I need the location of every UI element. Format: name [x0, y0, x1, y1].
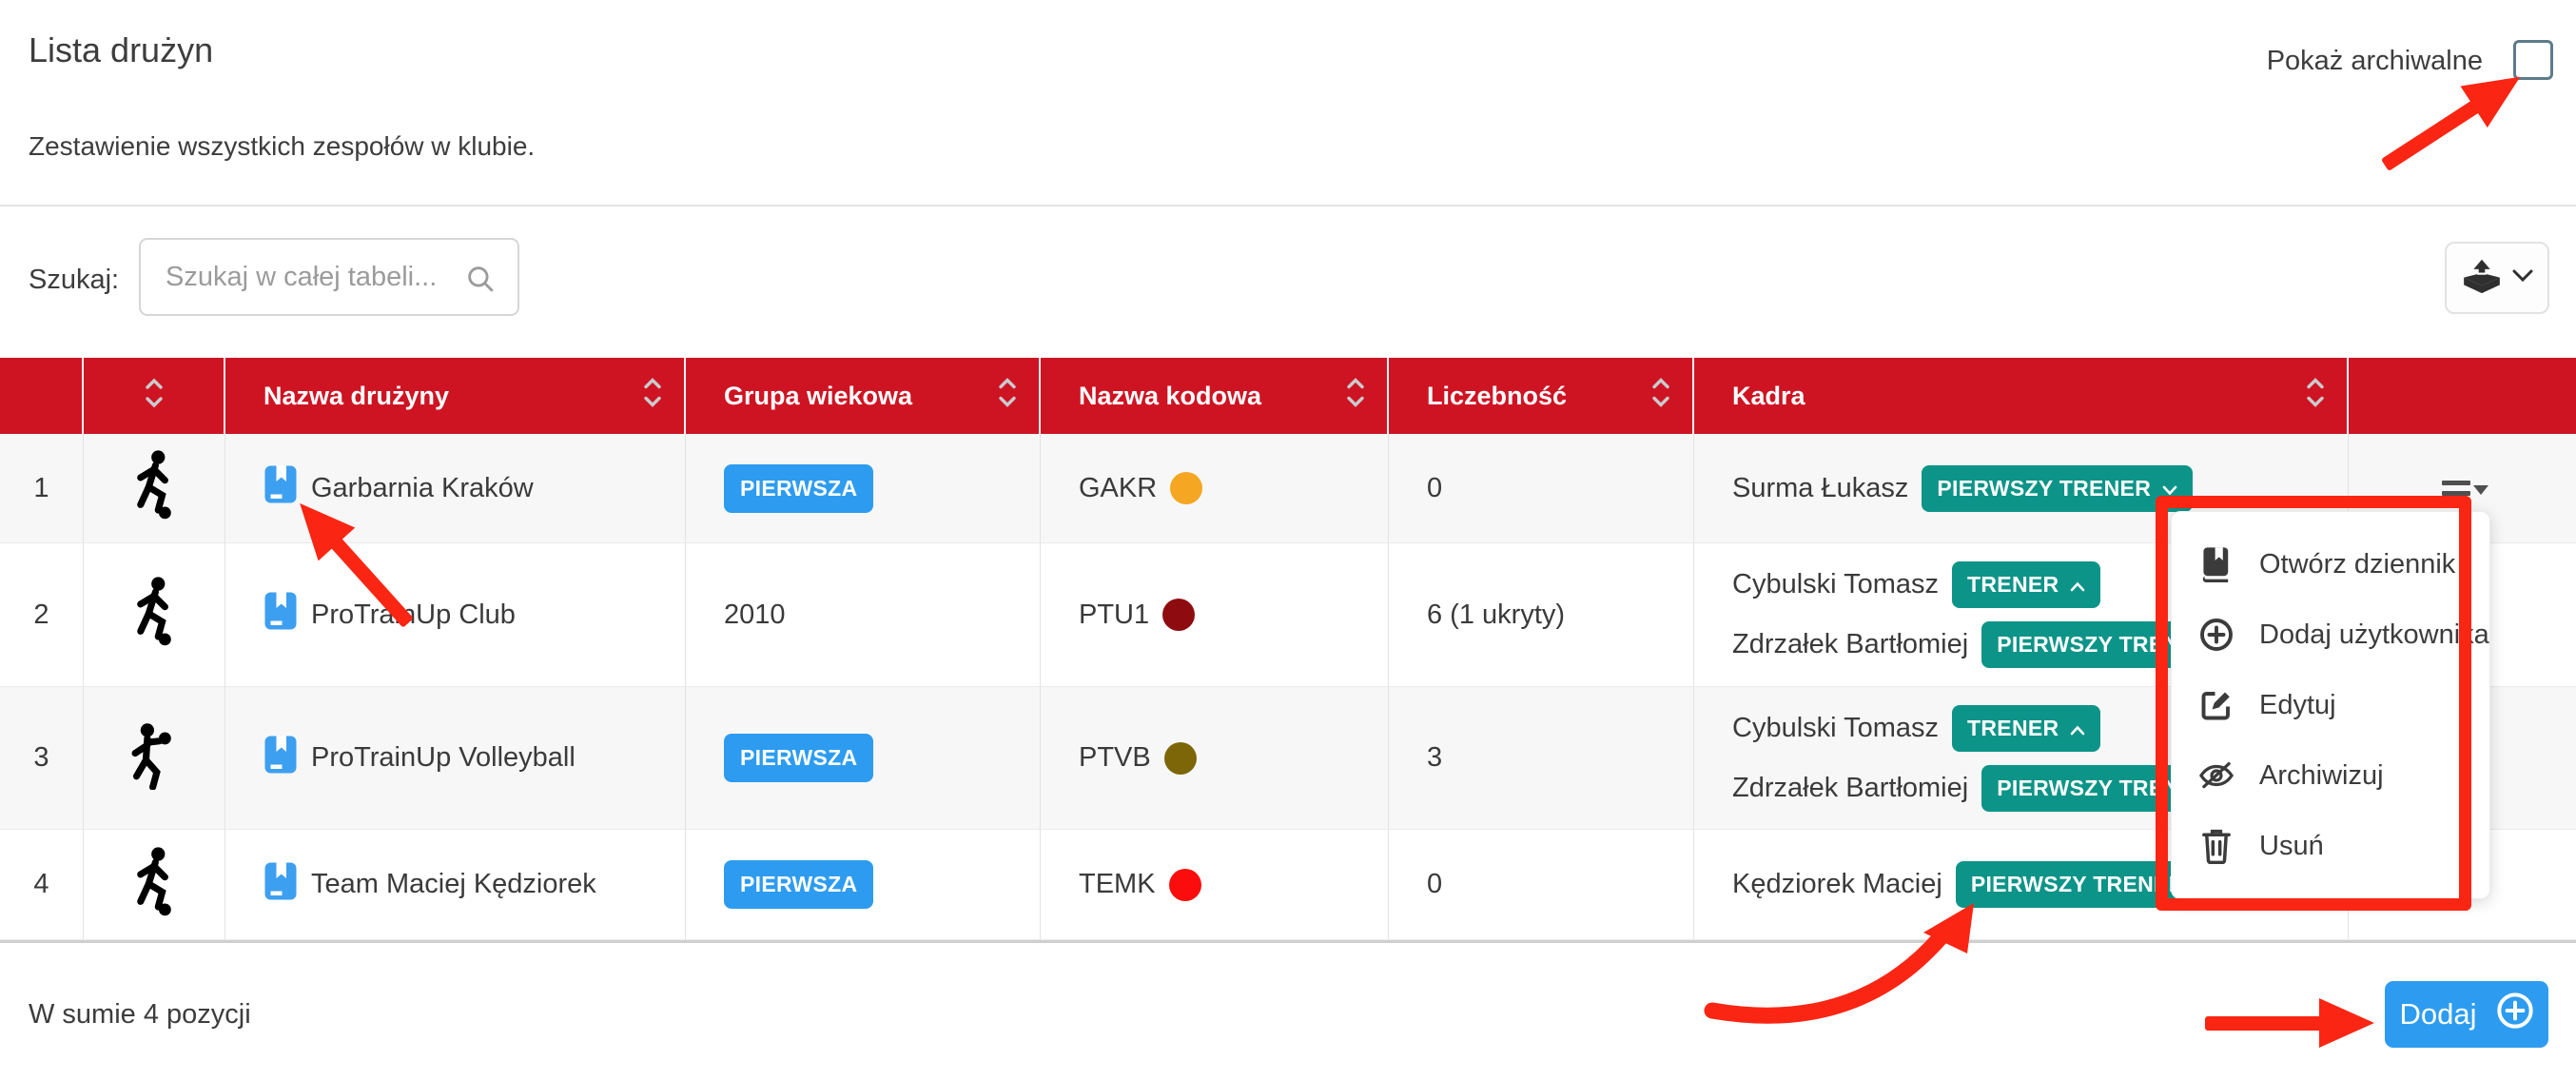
sort-icon: [144, 377, 165, 416]
count-cell: 3: [1389, 687, 1694, 830]
row-index: 2: [0, 543, 84, 687]
team-name-cell: ProTrainUp Club: [225, 543, 686, 687]
column-header-team-name[interactable]: Nazwa drużyny: [225, 358, 686, 434]
team-link[interactable]: Garbarnia Kraków: [263, 464, 534, 512]
search-label: Szukaj:: [29, 265, 119, 296]
age-group-cell: PIERWSZA: [686, 687, 1041, 830]
code-cell: PTVB: [1041, 687, 1389, 830]
sort-icon: [2305, 377, 2326, 416]
age-group-cell: PIERWSZA: [686, 830, 1041, 940]
show-archived-checkbox[interactable]: [2513, 40, 2553, 80]
journal-book-icon: [263, 591, 298, 639]
menu-item-delete[interactable]: Usuń: [2172, 811, 2489, 881]
column-header-empty: [0, 358, 84, 434]
team-name-cell: ProTrainUp Volleyball: [225, 687, 686, 830]
menu-item-edit[interactable]: Edytuj: [2172, 670, 2489, 740]
count-cell: 0: [1389, 434, 1694, 543]
menu-item-add-user[interactable]: Dodaj użytkownika: [2172, 599, 2489, 670]
sort-icon: [1650, 377, 1671, 416]
circle-plus-icon: [2198, 618, 2234, 652]
circle-plus-icon: [2496, 992, 2534, 1037]
team-name-cell: Garbarnia Kraków: [225, 434, 686, 543]
menu-item-archive[interactable]: Archiwizuj: [2172, 740, 2489, 811]
row-index: 1: [0, 434, 84, 543]
sport-cell: [84, 687, 225, 830]
search-icon: [464, 263, 497, 300]
export-icon: [2461, 258, 2503, 299]
football-player-icon: [127, 449, 182, 527]
row-actions-menu-icon[interactable]: [2442, 481, 2488, 496]
column-header-count[interactable]: Liczebność: [1389, 358, 1694, 434]
team-link[interactable]: Team Maciej Kędziorek: [263, 861, 596, 909]
trash-icon: [2198, 828, 2234, 864]
search-input[interactable]: [166, 240, 460, 314]
column-header-code-name[interactable]: Nazwa kodowa: [1041, 358, 1389, 434]
sort-icon: [1345, 377, 1366, 416]
page-subtitle: Zestawienie wszystkich zespołów w klubie…: [29, 131, 535, 162]
journal-book-icon: [2198, 546, 2234, 582]
count-cell: 6 (1 ukryty): [1389, 543, 1694, 687]
menu-item-open-journal[interactable]: Otwórz dziennik: [2172, 529, 2489, 599]
chevron-down-icon: [2512, 269, 2533, 287]
row-actions-context-menu: Otwórz dziennik Dodaj użytkownika Edytuj…: [2171, 511, 2490, 899]
team-color-dot: [1169, 869, 1201, 901]
export-button[interactable]: [2445, 242, 2549, 314]
column-header-actions: [2349, 358, 2576, 434]
chevron-up-icon: [2070, 716, 2085, 741]
sport-cell: [84, 434, 225, 543]
table-total-count: W sumie 4 pozycji: [29, 999, 251, 1031]
page-title: Lista drużyn: [29, 30, 213, 70]
team-name-cell: Team Maciej Kędziorek: [225, 830, 686, 940]
show-archived-label: Pokaż archiwalne: [2267, 46, 2483, 77]
football-player-icon: [127, 576, 182, 654]
chevron-up-icon: [2070, 572, 2085, 598]
team-link[interactable]: ProTrainUp Volleyball: [263, 735, 576, 782]
column-header-age-group[interactable]: Grupa wiekowa: [686, 358, 1041, 434]
code-cell: GAKR: [1041, 434, 1389, 543]
age-group-cell: PIERWSZA: [686, 434, 1041, 543]
volleyball-player-icon: [127, 719, 182, 797]
sort-icon: [997, 377, 1018, 416]
sport-cell: [84, 830, 225, 940]
staff-role-badge[interactable]: PIERWSZY TRENER: [1922, 465, 2193, 512]
age-group-badge[interactable]: PIERWSZA: [724, 860, 873, 909]
code-cell: PTU1: [1041, 543, 1389, 687]
team-link[interactable]: ProTrainUp Club: [263, 591, 516, 639]
sport-cell: [84, 543, 225, 687]
add-team-button[interactable]: Dodaj: [2385, 981, 2548, 1048]
age-group-badge[interactable]: PIERWSZA: [724, 464, 873, 513]
staff-role-badge[interactable]: TRENER: [1952, 705, 2100, 752]
code-cell: TEMK: [1041, 830, 1389, 940]
chevron-down-icon: [2162, 476, 2177, 501]
age-group-text: 2010: [724, 599, 786, 631]
edit-pencil-icon: [2198, 688, 2234, 722]
team-color-dot: [1170, 472, 1202, 504]
journal-book-icon: [263, 464, 298, 512]
journal-book-icon: [263, 861, 298, 909]
journal-book-icon: [263, 735, 298, 782]
header-divider: [0, 205, 2576, 206]
age-group-badge[interactable]: PIERWSZA: [724, 734, 873, 782]
team-color-dot: [1162, 599, 1195, 631]
row-index: 4: [0, 830, 84, 940]
annotation-arrow-add-button: [2205, 993, 2374, 1053]
team-color-dot: [1164, 742, 1197, 775]
age-group-cell: 2010: [686, 543, 1041, 687]
row-index: 3: [0, 687, 84, 830]
sort-icon: [642, 377, 663, 416]
count-cell: 0: [1389, 830, 1694, 940]
football-player-icon: [127, 846, 182, 924]
search-box: [139, 238, 519, 316]
column-header-sport[interactable]: [84, 358, 225, 434]
eye-slash-icon: [2198, 759, 2234, 792]
staff-role-badge[interactable]: TRENER: [1952, 561, 2100, 608]
column-header-staff[interactable]: Kadra: [1694, 358, 2349, 434]
